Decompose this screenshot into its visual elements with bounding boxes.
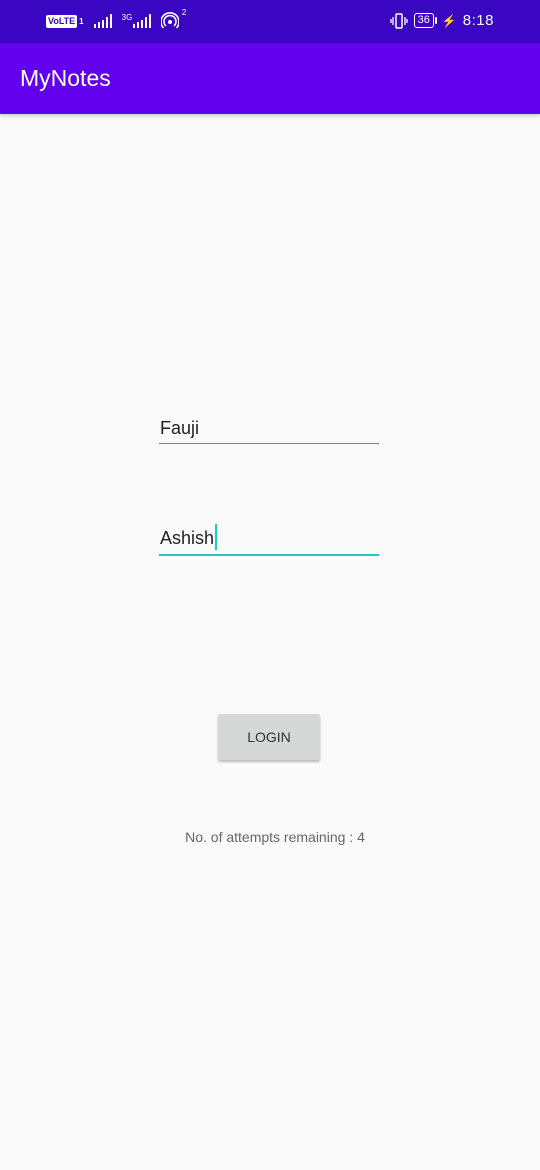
status-bar-left: VoLTE 1 3G 2 bbox=[46, 8, 186, 30]
username-value: Fauji bbox=[160, 418, 200, 438]
battery-icon: 36 bbox=[413, 13, 438, 28]
status-bar: VoLTE 1 3G 2 36 ⚡ 8:18 bbox=[0, 0, 540, 43]
vibrate-icon bbox=[389, 12, 408, 29]
signal-icon bbox=[133, 14, 152, 28]
hotspot-icon: 2 bbox=[160, 8, 186, 30]
text-cursor bbox=[215, 524, 218, 550]
network-type-label: 3G bbox=[121, 13, 133, 22]
password-value: Ashish bbox=[160, 528, 215, 548]
login-button[interactable]: LOGIN bbox=[218, 714, 320, 760]
app-title: MyNotes bbox=[20, 65, 111, 91]
password-underline bbox=[159, 554, 379, 556]
signal-icon bbox=[93, 14, 112, 28]
app-bar: MyNotes bbox=[0, 43, 540, 114]
attempts-remaining-text: No. of attempts remaining : 4 bbox=[185, 829, 365, 845]
status-clock: 8:18 bbox=[462, 12, 494, 29]
volte-icon: VoLTE 1 bbox=[46, 14, 84, 28]
username-field[interactable]: Fauji bbox=[159, 410, 379, 444]
password-field[interactable]: Ashish bbox=[159, 522, 379, 556]
password-value-wrap: Ashish bbox=[160, 524, 218, 550]
username-underline bbox=[159, 443, 379, 444]
charging-icon: ⚡ bbox=[441, 13, 457, 28]
status-bar-right: 36 ⚡ 8:18 bbox=[389, 12, 494, 29]
